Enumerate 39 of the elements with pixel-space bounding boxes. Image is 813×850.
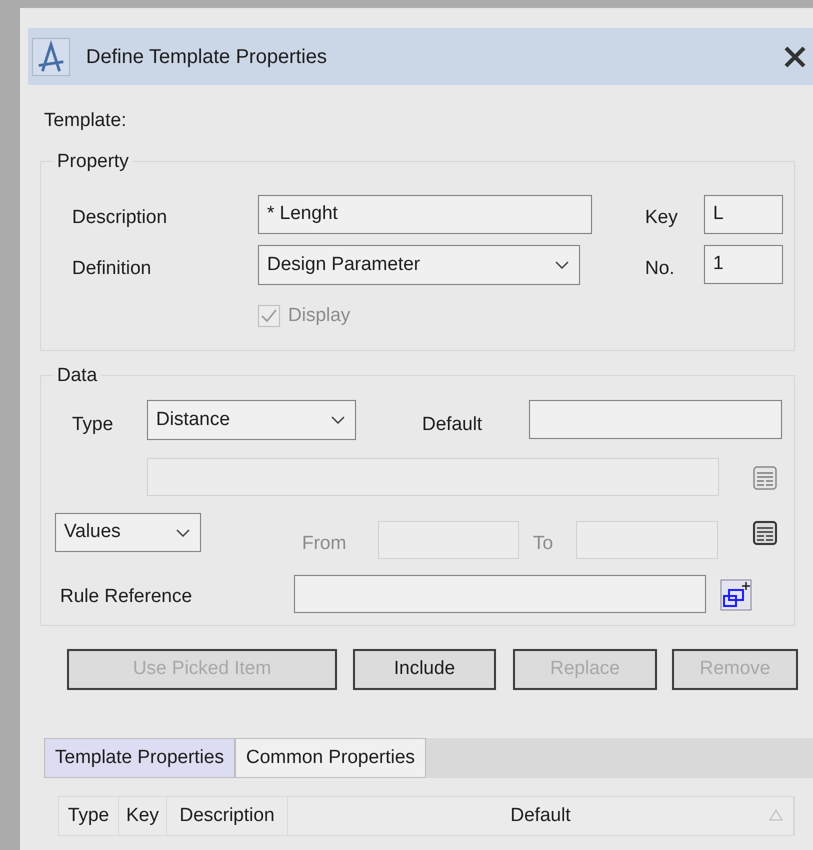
checkmark-icon: [261, 309, 277, 324]
column-header[interactable]: Type: [59, 797, 119, 835]
dropdown[interactable]: Distance: [147, 400, 356, 440]
window-title: Define Template Properties: [86, 44, 327, 70]
column-header[interactable]: Description: [167, 797, 288, 835]
field-label: Default: [422, 413, 482, 437]
field-label: To: [533, 532, 554, 556]
field-label: No.: [645, 257, 675, 281]
field-label: Description: [72, 206, 168, 230]
dropdown[interactable]: Values: [55, 513, 201, 552]
text-field[interactable]: [147, 458, 719, 496]
sort-icon: [769, 809, 783, 821]
to-field[interactable]: [576, 521, 718, 559]
field-label: Key: [645, 206, 678, 230]
column-header[interactable]: Key: [119, 797, 167, 835]
field-label: From: [302, 532, 346, 556]
key-field[interactable]: L: [704, 195, 783, 234]
app-logo-icon: [32, 38, 70, 76]
field-label: Type: [72, 413, 114, 437]
tab[interactable]: Template Properties: [44, 738, 235, 778]
default-field[interactable]: [529, 400, 782, 439]
column-header[interactable]: Default: [288, 797, 794, 835]
description-field[interactable]: * Lenght: [258, 195, 592, 234]
dialog-button[interactable]: Include: [353, 649, 496, 690]
close-icon[interactable]: [783, 44, 807, 68]
field-label: Definition: [72, 257, 152, 281]
chevron-down-icon: [176, 528, 190, 536]
rule-reference-field[interactable]: [294, 575, 706, 613]
number-field[interactable]: 1: [704, 245, 783, 284]
tab[interactable]: Common Properties: [234, 738, 426, 778]
chevron-down-icon: [555, 261, 569, 269]
dropdown[interactable]: Design Parameter: [258, 245, 580, 285]
template-label: Template:: [44, 110, 126, 131]
add-reference-icon[interactable]: [720, 579, 752, 611]
field-label: Rule Reference: [60, 585, 192, 609]
chevron-down-icon: [331, 416, 345, 424]
from-field[interactable]: [378, 521, 519, 559]
group-title: Property: [53, 152, 133, 171]
table-icon[interactable]: [752, 520, 778, 546]
